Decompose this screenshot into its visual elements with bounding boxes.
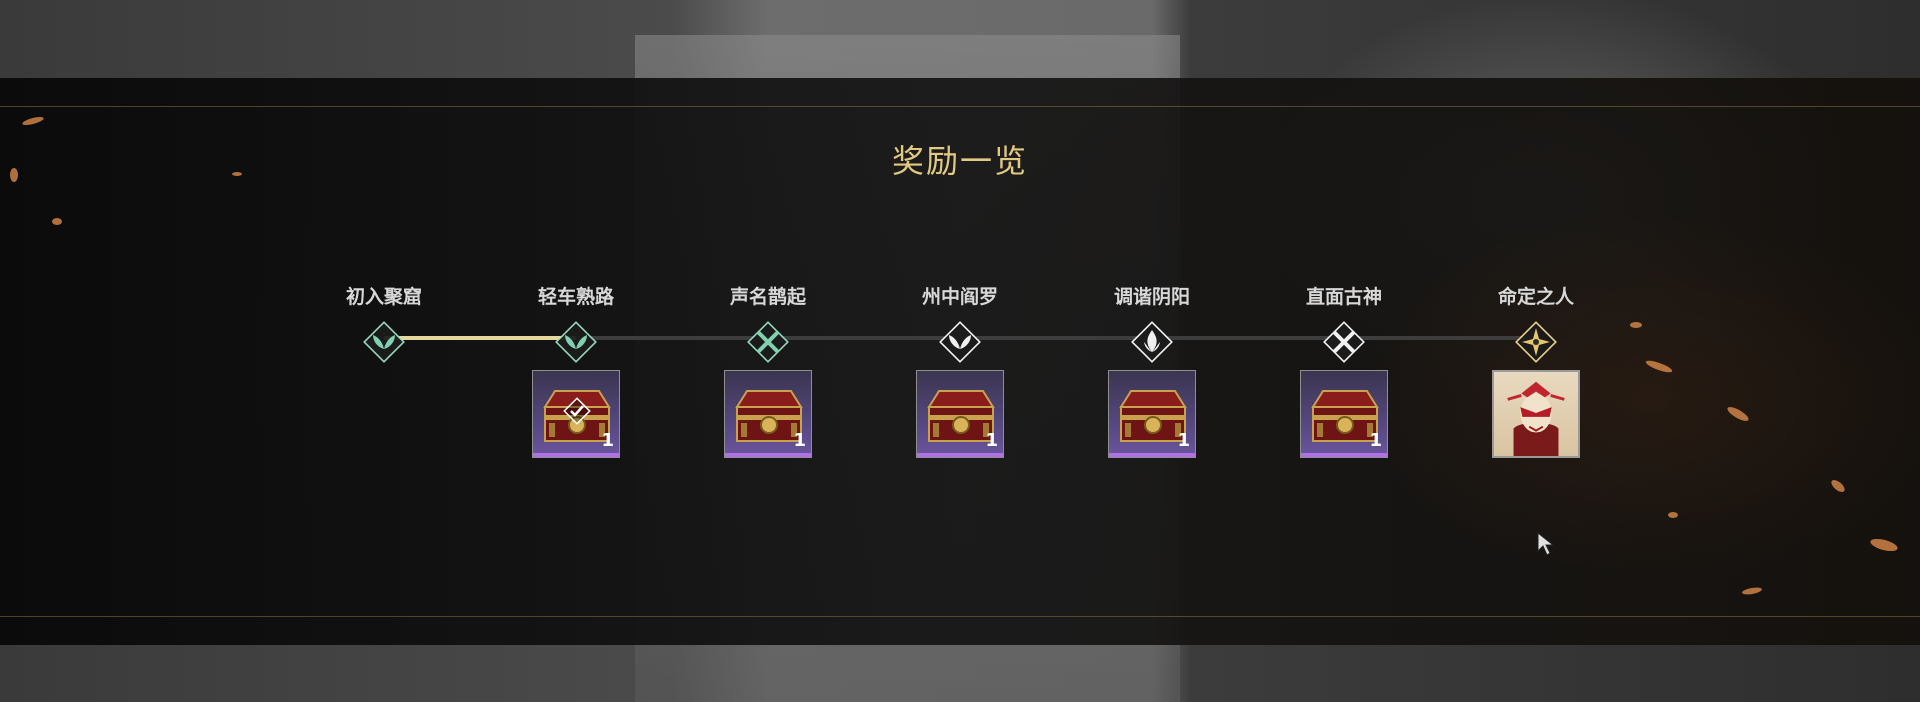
stage-item[interactable]: 直面古神 1 (1274, 282, 1414, 472)
modal-bottom-border (0, 616, 1920, 617)
reward-quantity: 1 (1369, 430, 1382, 451)
rarity-bar (1109, 453, 1195, 457)
rarity-bar (1301, 453, 1387, 457)
reward-quantity: 1 (1177, 430, 1190, 451)
crossed-blades-green-icon (747, 321, 789, 363)
ember-particle (52, 218, 62, 225)
leaf-emblem-white-icon (939, 321, 981, 363)
rarity-bar (917, 453, 1003, 457)
reward-quantity: 1 (601, 430, 614, 451)
stage-label: 声名鹊起 (729, 286, 806, 308)
stage-label: 命定之人 (1497, 286, 1574, 308)
crossed-blades-white-icon (1323, 321, 1365, 363)
star-emblem-gold-icon (1515, 321, 1557, 363)
rarity-bar (725, 453, 811, 457)
stage-label: 调谐阴阳 (1113, 286, 1190, 308)
reward-slot[interactable]: 1 (916, 370, 1004, 458)
stage-item[interactable]: 州中阎罗 1 (890, 282, 1030, 472)
ember-particle (1668, 512, 1678, 518)
leaf-emblem-green-icon (555, 321, 597, 363)
masked-character-avatar-icon (1507, 381, 1565, 456)
reward-quantity: 1 (985, 430, 998, 451)
claimed-check-icon (563, 397, 591, 425)
reward-slot[interactable] (1492, 370, 1580, 458)
stage-label: 轻车熟路 (537, 286, 614, 308)
flame-emblem-white-icon (1131, 321, 1173, 363)
ember-particle (1630, 322, 1642, 328)
leaf-emblem-green-icon (363, 321, 405, 363)
reward-slot[interactable]: 1 (1300, 370, 1388, 458)
stage-item[interactable]: 轻车熟路 1 (506, 282, 646, 472)
mouse-cursor-icon (1537, 531, 1555, 556)
reward-slot[interactable]: 1 (1108, 370, 1196, 458)
rarity-bar (533, 453, 619, 457)
stage-item[interactable]: 命定之人 (1466, 282, 1606, 472)
stage-label: 州中阎罗 (921, 286, 998, 308)
reward-slot[interactable]: 1 (532, 370, 620, 458)
stage-label: 初入聚窟 (345, 286, 422, 308)
modal-top-border (0, 106, 1920, 107)
stage-item[interactable]: 声名鹊起 1 (698, 282, 838, 472)
modal-title: 奖励一览 (891, 142, 1028, 180)
reward-quantity: 1 (793, 430, 806, 451)
stage-label: 直面古神 (1305, 286, 1382, 308)
stage-item[interactable]: 初入聚窟 (314, 282, 454, 472)
stage-item[interactable]: 调谐阴阳 1 (1082, 282, 1222, 472)
reward-slot[interactable]: 1 (724, 370, 812, 458)
